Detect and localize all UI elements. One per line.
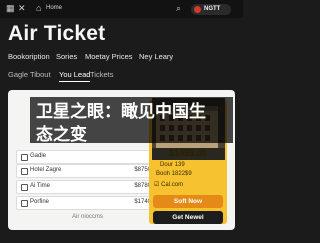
top-bar: ▦ ✕ ⌂ Home ⌕ NGTT: [0, 0, 243, 18]
promo-detail-2: Booh 1822$9: [156, 171, 192, 177]
search-icon[interactable]: ⌕: [176, 4, 181, 13]
caption-line-1: 卫星之眼：瞰见中国生: [36, 102, 206, 121]
flight-name: Porfine: [30, 199, 50, 205]
list-item[interactable]: Gadle: [16, 150, 156, 164]
checkbox[interactable]: [21, 200, 28, 207]
promo-link-row[interactable]: ☑ Cal.com: [154, 181, 183, 188]
page-title: Air Ticket: [8, 22, 106, 45]
flight-row[interactable]: Porfine $1740: [16, 196, 156, 210]
flight-row[interactable]: Hotel Zagre $8750: [16, 164, 156, 178]
tab-you-lead[interactable]: You Lead: [59, 70, 91, 82]
profile-label: NGTT: [204, 6, 221, 12]
checkbox-icon: ☑: [154, 182, 160, 188]
nav-item-sories[interactable]: Sories: [56, 52, 77, 61]
flight-name: Hotel Zagre: [30, 167, 62, 173]
home-icon[interactable]: ⌂: [36, 4, 41, 13]
nav-item-bookoription[interactable]: Bookoription: [8, 52, 50, 61]
checkbox[interactable]: [21, 154, 28, 161]
checkbox[interactable]: [21, 168, 28, 175]
airline-footer: Air nioccms: [72, 214, 104, 220]
flight-name: Ai Time: [30, 183, 51, 189]
tab-tickets[interactable]: Tickets: [90, 70, 113, 79]
soft-now-button[interactable]: Soft Now: [153, 195, 223, 208]
stale-label: Gadle: [30, 153, 47, 159]
promo-detail-1: Dour 139: [160, 162, 185, 168]
close-icon[interactable]: ✕: [18, 4, 26, 13]
nav-item-moetay-prices[interactable]: Moetay Prices: [85, 52, 133, 61]
grid-icon[interactable]: ▦: [6, 4, 15, 13]
nav-item-ney-leary[interactable]: Ney Leary: [139, 52, 173, 61]
avatar: [194, 6, 201, 13]
tab-gagle-tibout[interactable]: Gagle Tibout: [8, 70, 51, 79]
flight-row[interactable]: Ai Time $8780: [16, 180, 156, 194]
promo-price: $1495.00: [169, 148, 207, 158]
profile-chip[interactable]: NGTT: [191, 4, 231, 15]
home-label[interactable]: Home: [46, 5, 62, 11]
caption-line-2: 态之变: [36, 125, 87, 144]
checkbox[interactable]: [21, 184, 28, 191]
promo-link[interactable]: Cal.com: [161, 182, 183, 188]
get-newel-button[interactable]: Get Newel: [153, 211, 223, 224]
